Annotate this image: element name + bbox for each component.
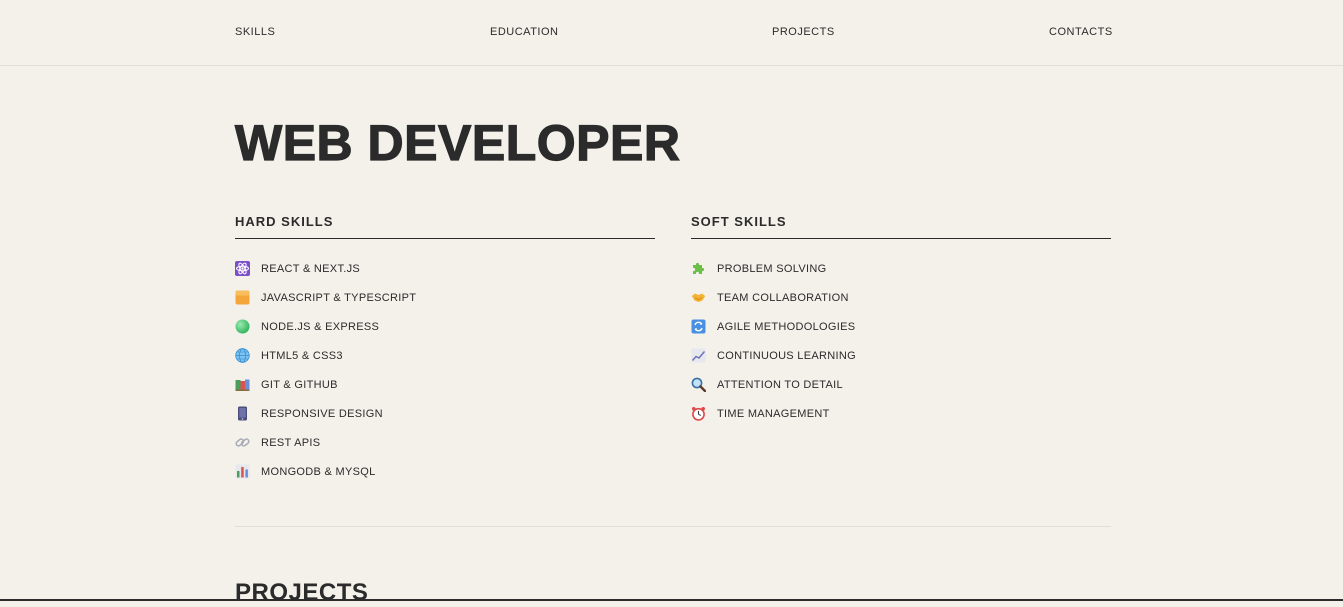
- section-divider: [235, 526, 1111, 527]
- skill-label: REACT & NEXT.JS: [261, 263, 360, 275]
- hard-skills-list: REACT & NEXT.JS JAVASCRIPT & TYPESCRIPT …: [235, 254, 655, 486]
- soft-skills-list: PROBLEM SOLVING TEAM COLLABORATION AGILE…: [691, 254, 1111, 428]
- handshake-icon: [691, 290, 706, 305]
- skill-label: HTML5 & CSS3: [261, 350, 343, 362]
- atom-icon: [235, 261, 250, 276]
- bar-chart-icon: [235, 464, 250, 479]
- list-item: CONTINUOUS LEARNING: [691, 341, 1111, 370]
- puzzle-icon: [691, 261, 706, 276]
- list-item: REST APIS: [235, 428, 655, 457]
- skill-label: CONTINUOUS LEARNING: [717, 350, 856, 362]
- top-navigation: SKILLS EDUCATION PROJECTS CONTACTS: [0, 0, 1343, 66]
- skill-label: ATTENTION TO DETAIL: [717, 379, 843, 391]
- list-item: TIME MANAGEMENT: [691, 399, 1111, 428]
- list-item: REACT & NEXT.JS: [235, 254, 655, 283]
- list-item: MONGODB & MYSQL: [235, 457, 655, 486]
- skill-label: MONGODB & MYSQL: [261, 466, 376, 478]
- soft-skills-heading: SOFT SKILLS: [691, 214, 1111, 239]
- list-item: RESPONSIVE DESIGN: [235, 399, 655, 428]
- skill-label: TEAM COLLABORATION: [717, 292, 849, 304]
- books-icon: [235, 377, 250, 392]
- skill-label: AGILE METHODOLOGIES: [717, 321, 855, 333]
- skill-label: JAVASCRIPT & TYPESCRIPT: [261, 292, 416, 304]
- skill-label: PROBLEM SOLVING: [717, 263, 826, 275]
- main-content: WEB DEVELOPER HARD SKILLS REACT & NEXT.J…: [235, 66, 1111, 607]
- list-item: GIT & GITHUB: [235, 370, 655, 399]
- skills-section: HARD SKILLS REACT & NEXT.JS JAVASCRIPT &…: [235, 214, 1111, 486]
- skill-label: REST APIS: [261, 437, 320, 449]
- list-item: PROBLEM SOLVING: [691, 254, 1111, 283]
- list-item: JAVASCRIPT & TYPESCRIPT: [235, 283, 655, 312]
- nav-link-projects[interactable]: PROJECTS: [772, 26, 835, 38]
- hard-skills-column: HARD SKILLS REACT & NEXT.JS JAVASCRIPT &…: [235, 214, 655, 486]
- hard-skills-heading: HARD SKILLS: [235, 214, 655, 239]
- list-item: AGILE METHODOLOGIES: [691, 312, 1111, 341]
- skill-label: TIME MANAGEMENT: [717, 408, 830, 420]
- trend-chart-icon: [691, 348, 706, 363]
- green-circle-icon: [235, 319, 250, 334]
- skill-label: NODE.JS & EXPRESS: [261, 321, 379, 333]
- list-item: HTML5 & CSS3: [235, 341, 655, 370]
- soft-skills-column: SOFT SKILLS PROBLEM SOLVING TEAM COLLABO…: [691, 214, 1111, 486]
- cycle-icon: [691, 319, 706, 334]
- list-item: ATTENTION TO DETAIL: [691, 370, 1111, 399]
- alarm-clock-icon: [691, 406, 706, 421]
- yellow-square-icon: [235, 290, 250, 305]
- nav-link-contacts[interactable]: CONTACTS: [1049, 26, 1113, 38]
- nav-link-education[interactable]: EDUCATION: [490, 26, 558, 38]
- nav-link-skills[interactable]: SKILLS: [235, 26, 275, 38]
- projects-section-title: PROJECTS: [235, 579, 1111, 607]
- mobile-phone-icon: [235, 406, 250, 421]
- skill-label: RESPONSIVE DESIGN: [261, 408, 383, 420]
- globe-icon: [235, 348, 250, 363]
- hero-title: WEB DEVELOPER: [235, 118, 1111, 168]
- link-icon: [235, 435, 250, 450]
- magnifier-icon: [691, 377, 706, 392]
- skill-label: GIT & GITHUB: [261, 379, 338, 391]
- list-item: TEAM COLLABORATION: [691, 283, 1111, 312]
- list-item: NODE.JS & EXPRESS: [235, 312, 655, 341]
